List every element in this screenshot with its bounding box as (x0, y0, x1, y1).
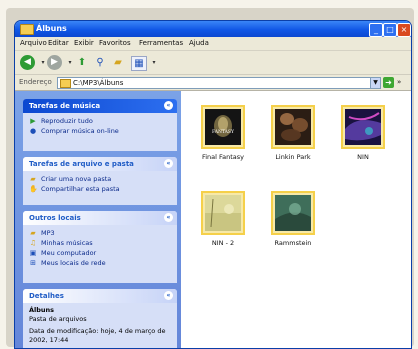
address-bar: Endereço C:\MP3\Álbuns ▼ ➜ » (15, 75, 411, 91)
buy-music-link[interactable]: ● Comprar música on-line (29, 126, 171, 136)
album-name-rammstein: Rammstein (274, 239, 312, 247)
folder-icon: ▰ (30, 229, 36, 237)
collapse-icon[interactable]: « (164, 159, 173, 168)
album-art-nin-2 (205, 195, 241, 231)
maximize-button[interactable]: □ (383, 23, 397, 37)
album-name-nin-2: NIN - 2 (211, 239, 235, 247)
place-mp3-label: MP3 (41, 229, 55, 237)
menu-editar[interactable]: Editar (48, 39, 69, 47)
views-dropdown-icon[interactable]: ▾ (147, 56, 161, 69)
details-panel: Detalhes « Álbuns Pasta de arquivos Data… (23, 289, 177, 348)
menu-arquivo[interactable]: Arquivo (20, 39, 47, 47)
other-places-title: Outros locais (29, 214, 81, 222)
menu-favoritos[interactable]: Favoritos (99, 39, 131, 47)
explorer-window: Álbuns _ □ × Arquivo Editar Exibir Favor… (14, 20, 412, 349)
details-modified: Data de modificação: hoje, 4 de março de… (29, 327, 166, 344)
play-all-label: Reproduzir tudo (41, 117, 93, 125)
album-art-rammstein (275, 195, 311, 231)
new-folder-link[interactable]: ▰ Criar uma nova pasta (29, 174, 171, 184)
place-my-music-link[interactable]: ♫ Minhas músicas (29, 238, 171, 248)
menu-ajuda[interactable]: Ajuda (189, 39, 209, 47)
details-title: Detalhes (29, 292, 64, 300)
music-tasks-header[interactable]: Tarefas de música « (23, 99, 177, 113)
close-button[interactable]: × (397, 23, 411, 37)
globe-icon: ● (29, 127, 37, 135)
place-my-computer-label: Meu computador (41, 249, 97, 257)
details-name: Álbuns (29, 306, 55, 314)
menu-exibir[interactable]: Exibir (74, 39, 94, 47)
album-folder-rammstein[interactable]: Rammstein (263, 191, 323, 247)
address-path: C:\MP3\Álbuns (73, 79, 124, 87)
album-art-text: FANTASY (212, 129, 235, 135)
menu-bar: Arquivo Editar Exibir Favoritos Ferramen… (15, 37, 411, 51)
album-name-linkin-park: Linkin Park (275, 153, 311, 161)
place-my-music-label: Minhas músicas (41, 239, 93, 247)
address-label: Endereço (19, 78, 52, 86)
place-network-link[interactable]: ⊞ Meus locais de rede (29, 258, 171, 268)
back-icon[interactable]: ◀ (20, 55, 35, 70)
play-icon: ▶ (30, 117, 36, 125)
album-thumbnail (341, 105, 385, 149)
share-folder-link[interactable]: ✋ Compartilhar esta pasta (29, 184, 171, 194)
other-places-header[interactable]: Outros locais « (23, 211, 177, 225)
window-title: Álbuns (36, 24, 67, 33)
file-tasks-header[interactable]: Tarefas de arquivo e pasta « (23, 157, 177, 171)
details-header[interactable]: Detalhes « (23, 289, 177, 303)
album-name-final-fantasy: Final Fantasy (201, 153, 245, 161)
place-my-computer-link[interactable]: ▣ Meu computador (29, 248, 171, 258)
toolbar: ◀ ▾ ▶ ▾ ⬆ ⚲ ▰ ▦ ▾ (15, 51, 411, 75)
share-folder-label: Compartilhar esta pasta (41, 185, 120, 193)
other-places-panel: Outros locais « ▰ MP3 ♫ Minhas músicas ▣… (23, 211, 177, 283)
album-art-final-fantasy: FANTASY (205, 109, 241, 145)
music-tasks-title: Tarefas de música (29, 102, 101, 110)
album-folder-nin-2[interactable]: NIN - 2 (193, 191, 253, 247)
music-tasks-panel: Tarefas de música « ▶ Reproduzir tudo ● … (23, 99, 177, 151)
collapse-icon[interactable]: « (164, 291, 173, 300)
album-thumbnail (201, 191, 245, 235)
chevron-right-icon[interactable]: » (397, 78, 401, 86)
up-folder-icon[interactable]: ⬆ (75, 56, 89, 69)
network-icon: ⊞ (30, 259, 36, 267)
address-field[interactable]: C:\MP3\Álbuns (57, 77, 371, 89)
folder-icon (20, 24, 34, 35)
album-folder-nin[interactable]: NIN (333, 105, 393, 161)
menu-ferramentas[interactable]: Ferramentas (139, 39, 183, 47)
file-view: FANTASY Final Fantasy Linkin Park NIN NI… (181, 91, 411, 348)
collapse-icon[interactable]: « (164, 101, 173, 110)
minimize-button[interactable]: _ (369, 23, 383, 37)
album-thumbnail (271, 105, 315, 149)
computer-icon: ▣ (29, 249, 37, 257)
search-icon[interactable]: ⚲ (93, 56, 107, 69)
album-thumbnail (271, 191, 315, 235)
share-folder-icon: ✋ (29, 185, 38, 193)
music-folder-icon: ♫ (29, 239, 37, 247)
forward-icon[interactable]: ▶ (47, 55, 62, 70)
album-art-nin (345, 109, 381, 145)
new-folder-icon: ▰ (30, 175, 36, 183)
views-icon[interactable]: ▦ (131, 56, 147, 71)
file-tasks-panel: Tarefas de arquivo e pasta « ▰ Criar uma… (23, 157, 177, 205)
collapse-icon[interactable]: « (164, 213, 173, 222)
album-folder-final-fantasy[interactable]: FANTASY Final Fantasy (193, 105, 253, 161)
file-tasks-title: Tarefas de arquivo e pasta (29, 160, 134, 168)
place-mp3-link[interactable]: ▰ MP3 (29, 228, 171, 238)
place-network-label: Meus locais de rede (41, 259, 106, 267)
go-icon[interactable]: ➜ (383, 77, 394, 88)
title-bar[interactable]: Álbuns _ □ × (15, 21, 411, 37)
address-dropdown-icon[interactable]: ▼ (370, 77, 381, 89)
details-type: Pasta de arquivos (29, 315, 87, 323)
buy-music-label: Comprar música on-line (41, 127, 119, 135)
folder-icon (60, 79, 71, 88)
play-all-link[interactable]: ▶ Reproduzir tudo (29, 116, 171, 126)
task-pane: Tarefas de música « ▶ Reproduzir tudo ● … (15, 91, 181, 348)
album-name-nin: NIN (357, 153, 369, 161)
new-folder-label: Criar uma nova pasta (41, 175, 112, 183)
album-folder-linkin-park[interactable]: Linkin Park (263, 105, 323, 161)
album-art-linkin-park (275, 109, 311, 145)
album-thumbnail: FANTASY (201, 105, 245, 149)
folders-icon[interactable]: ▰ (111, 56, 125, 69)
